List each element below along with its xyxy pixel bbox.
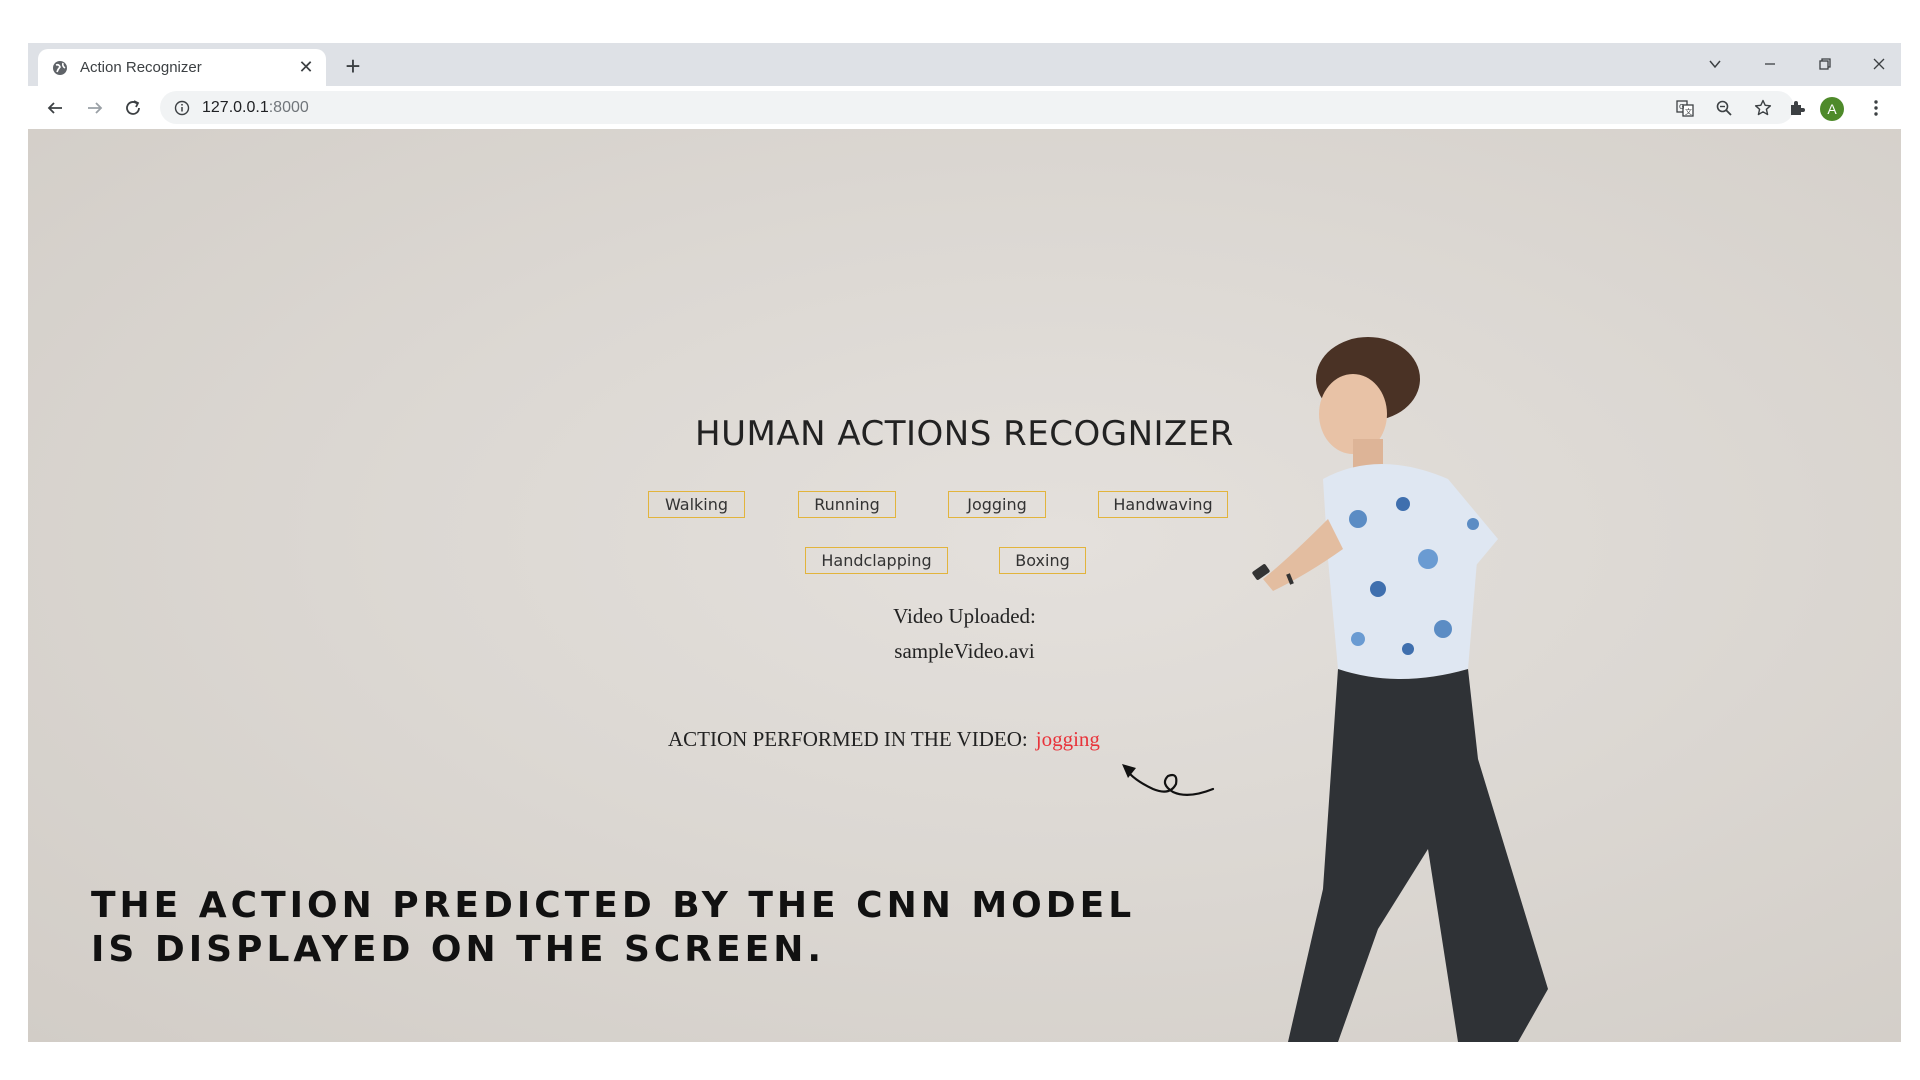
- svg-text:G: G: [1679, 103, 1684, 111]
- browser-toolbar: 127.0.0.1:8000 G文 A: [28, 86, 1901, 130]
- action-result: ACTION PERFORMED IN THE VIDEO: jogging: [668, 727, 1100, 752]
- translate-icon[interactable]: G文: [1670, 91, 1700, 124]
- profile-avatar[interactable]: A: [1820, 97, 1844, 121]
- close-window-icon[interactable]: [1857, 47, 1901, 81]
- restore-icon[interactable]: [1803, 47, 1847, 81]
- action-pill-boxing[interactable]: Boxing: [999, 547, 1086, 574]
- caption-line-1: THE ACTION PREDICTED BY THE CNN MODEL: [91, 885, 1136, 926]
- tab-search-chevron-icon[interactable]: [1693, 47, 1737, 81]
- url-port: :8000: [268, 98, 309, 116]
- minimize-icon[interactable]: [1748, 47, 1792, 81]
- info-icon[interactable]: [172, 98, 192, 118]
- predicted-action: jogging: [1035, 727, 1100, 751]
- page-title: HUMAN ACTIONS RECOGNIZER: [695, 414, 1234, 454]
- page-content: HUMAN ACTIONS RECOGNIZER Walking Running…: [28, 129, 1901, 1042]
- tab-title: Action Recognizer: [80, 59, 202, 76]
- url-host: 127.0.0.1: [202, 98, 269, 116]
- action-pill-walking[interactable]: Walking: [648, 491, 745, 518]
- browser-window: Action Recognizer ✕ + 127.0.0.1:8000 G 文…: [28, 43, 1901, 1042]
- caption-line-2: IS DISPLAYED ON THE SCREEN.: [91, 929, 826, 970]
- tab-action-recognizer[interactable]: Action Recognizer ✕: [38, 49, 326, 86]
- action-pill-handwaving[interactable]: Handwaving: [1098, 491, 1228, 518]
- svg-text:文: 文: [1685, 107, 1692, 116]
- action-pill-handclapping[interactable]: Handclapping: [805, 547, 948, 574]
- new-tab-icon[interactable]: +: [338, 51, 368, 81]
- tab-strip: Action Recognizer ✕ +: [28, 43, 1901, 86]
- video-file-name: sampleVideo.avi: [894, 639, 1035, 663]
- reload-icon[interactable]: [118, 93, 148, 123]
- zoom-icon[interactable]: [1709, 91, 1739, 124]
- extensions-icon[interactable]: [1782, 93, 1812, 123]
- bookmark-star-icon[interactable]: [1748, 91, 1778, 124]
- forward-arrow-icon[interactable]: [80, 93, 110, 123]
- result-label: ACTION PERFORMED IN THE VIDEO:: [668, 727, 1028, 751]
- action-pill-jogging[interactable]: Jogging: [948, 491, 1046, 518]
- curly-arrow-icon: [1122, 764, 1215, 796]
- action-pill-running[interactable]: Running: [798, 491, 896, 518]
- address-bar[interactable]: 127.0.0.1:8000 G文: [160, 91, 1794, 124]
- back-arrow-icon[interactable]: [40, 93, 70, 123]
- menu-kebab-icon[interactable]: [1861, 93, 1891, 123]
- close-tab-icon[interactable]: ✕: [294, 56, 318, 80]
- video-uploaded-label: Video Uploaded:: [893, 604, 1036, 628]
- globe-icon: [52, 60, 68, 76]
- url-text: 127.0.0.1:8000: [202, 99, 309, 117]
